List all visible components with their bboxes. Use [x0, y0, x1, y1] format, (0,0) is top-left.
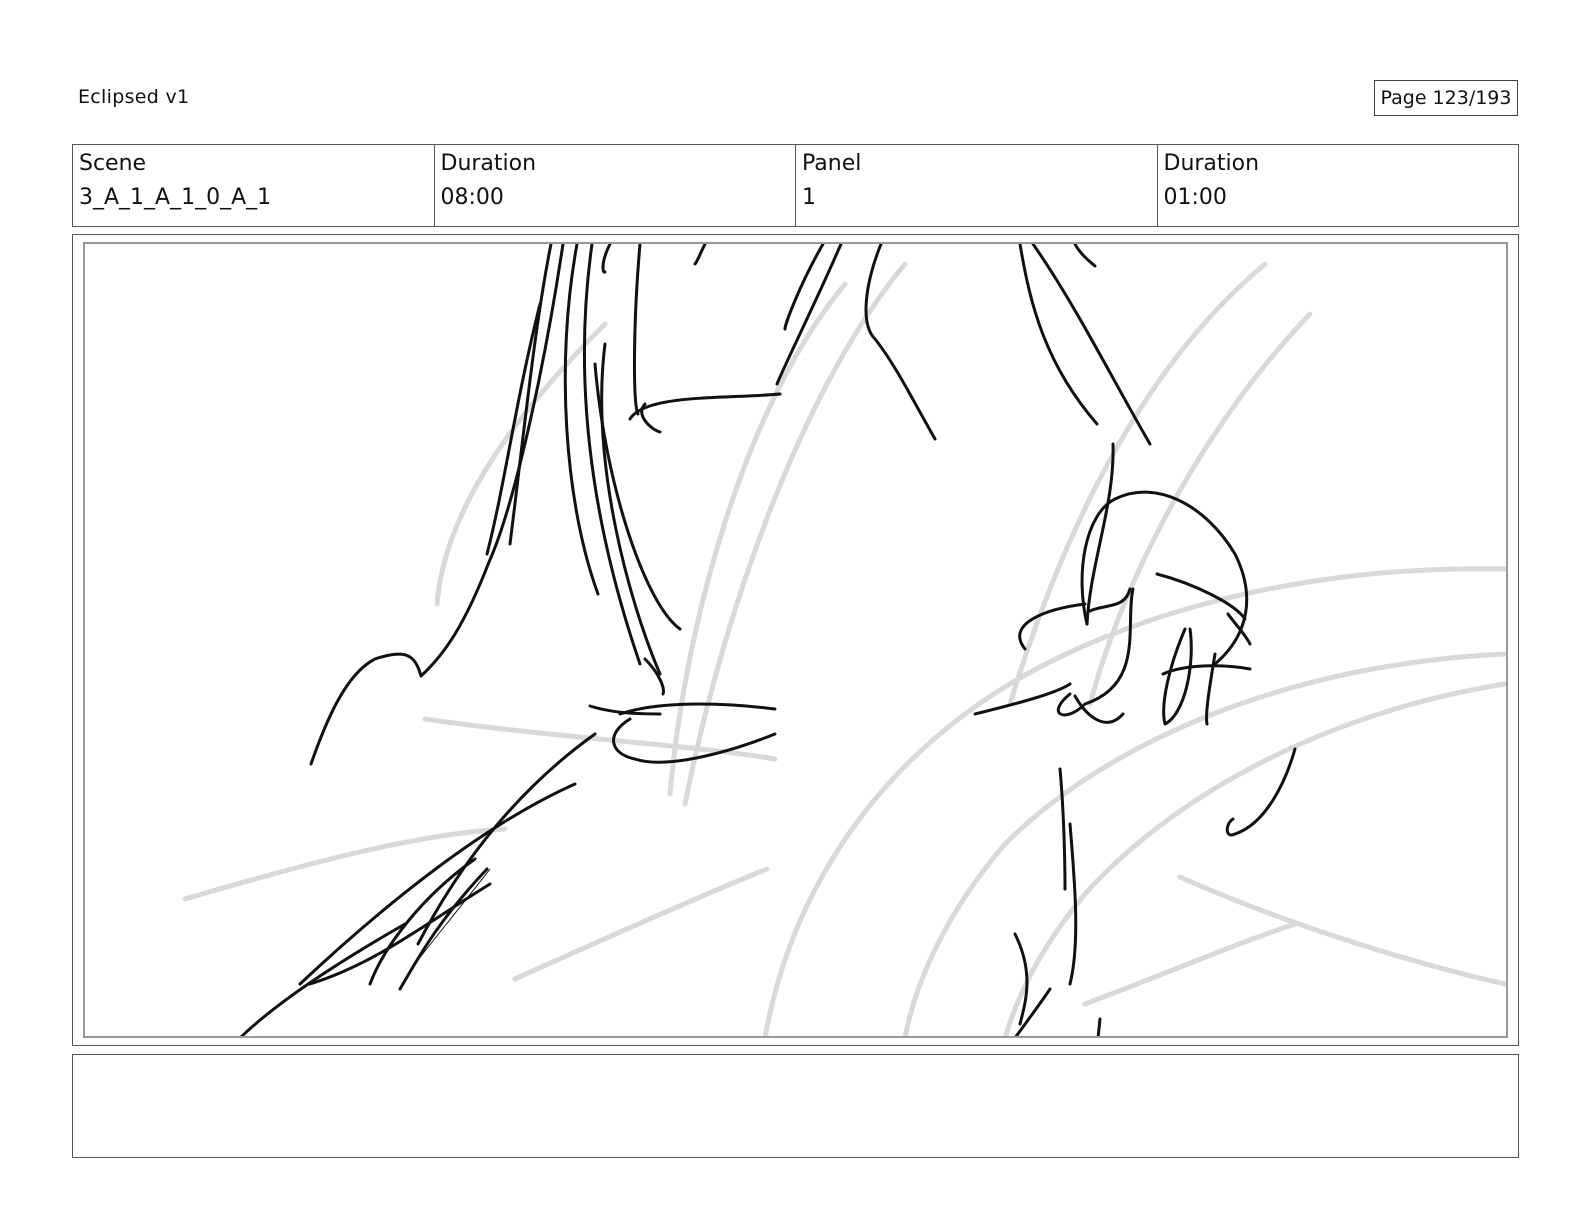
storyboard-panel-drawing: [83, 242, 1508, 1038]
sketch-guide-lines: [182, 261, 1506, 1036]
panel-value: 1: [802, 185, 816, 210]
panel-cell: Panel 1: [796, 145, 1158, 226]
panel-duration-cell: Duration 01:00: [1158, 145, 1519, 226]
panel-notes-box[interactable]: [72, 1054, 1519, 1158]
panel-duration-value: 01:00: [1163, 185, 1227, 210]
scene-cell: Scene 3_A_1_A_1_0_A_1: [73, 145, 435, 226]
scene-value: 3_A_1_A_1_0_A_1: [79, 185, 272, 210]
storyboard-panel-frame: [72, 234, 1519, 1046]
scene-label: Scene: [79, 151, 147, 176]
scene-duration-cell: Duration 08:00: [435, 145, 796, 226]
panel-duration-label: Duration: [1163, 151, 1260, 176]
project-title: Eclipsed v1: [78, 86, 190, 108]
scene-duration-label: Duration: [440, 151, 537, 176]
scene-duration-value: 08:00: [440, 185, 504, 210]
panel-label: Panel: [802, 151, 862, 176]
scene-info-row: Scene 3_A_1_A_1_0_A_1 Duration 08:00 Pan…: [72, 144, 1519, 227]
page-indicator: Page 123/193: [1374, 80, 1518, 116]
sketch-ink-lines: [239, 244, 1297, 1036]
sketch-drawing: [182, 244, 1506, 1036]
